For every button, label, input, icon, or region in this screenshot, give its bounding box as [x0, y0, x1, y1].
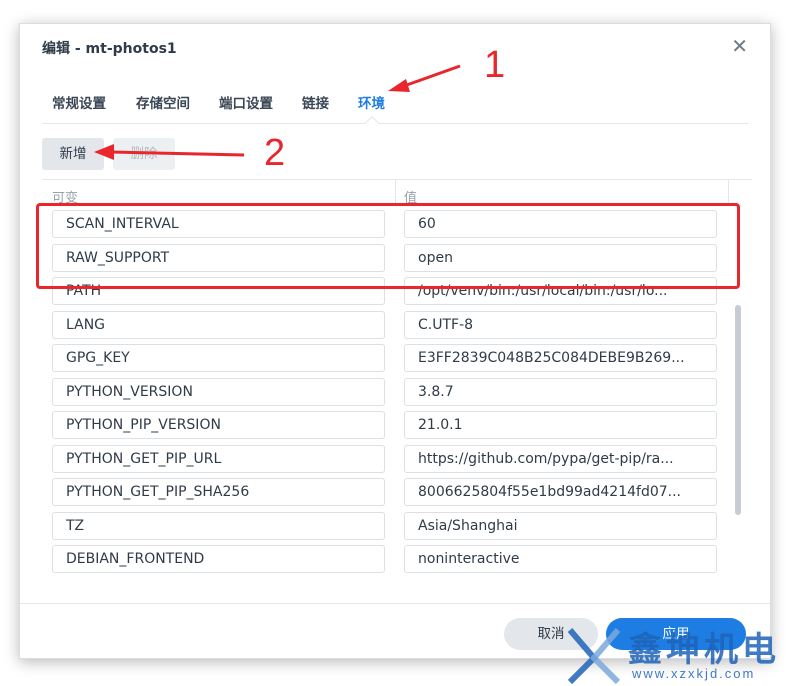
variable-value-field[interactable]: E3FF2839C048B25C084DEBE9B269...: [404, 344, 717, 372]
variable-value-field[interactable]: /opt/venv/bin:/usr/local/bin:/usr/lo...: [404, 277, 717, 305]
watermark-logo: 鑫坤机电 www.xzxkjd.com: [560, 622, 800, 686]
tab-bar: 常规设置 存储空间 端口设置 链接 环境: [42, 80, 748, 131]
column-header-value[interactable]: 值: [404, 187, 417, 206]
scrollbar-thumb[interactable]: [735, 305, 741, 515]
table-row: DEBIAN_FRONTEND noninteractive: [42, 542, 732, 576]
variable-name-field[interactable]: PYTHON_GET_PIP_SHA256: [52, 478, 385, 506]
table-row: TZ Asia/Shanghai: [42, 509, 732, 543]
active-tab-indicator: [364, 115, 380, 131]
table-row: PYTHON_PIP_VERSION 21.0.1: [42, 408, 732, 442]
variable-name-field[interactable]: TZ: [52, 511, 385, 540]
column-divider: [728, 180, 729, 206]
table-row: LANG C.UTF-8: [42, 308, 732, 342]
dialog-title: 编辑 - mt-photos1: [42, 41, 177, 57]
watermark-brand-text: 鑫坤机电: [628, 630, 780, 670]
variable-value-field[interactable]: C.UTF-8: [404, 310, 717, 339]
tab-links[interactable]: 链接: [302, 92, 329, 112]
table-header: 可变 值: [42, 180, 732, 206]
tab-storage[interactable]: 存储空间: [136, 92, 190, 112]
variable-value-field[interactable]: open: [404, 243, 717, 272]
variable-name-field[interactable]: PYTHON_PIP_VERSION: [52, 411, 385, 439]
variable-name-field[interactable]: GPG_KEY: [52, 344, 385, 372]
table-row: RAW_SUPPORT open: [42, 241, 732, 275]
delete-button[interactable]: 删除: [113, 138, 175, 170]
tab-ports[interactable]: 端口设置: [219, 92, 273, 112]
table-scrollbar[interactable]: [733, 205, 743, 605]
variable-name-field[interactable]: RAW_SUPPORT: [52, 243, 385, 272]
variable-value-field[interactable]: 3.8.7: [404, 377, 717, 406]
table-row: SCAN_INTERVAL 60: [42, 207, 732, 241]
tab-environment[interactable]: 环境: [358, 92, 385, 112]
watermark-emblem-icon: [567, 628, 621, 685]
variable-value-field[interactable]: 60: [404, 210, 717, 238]
edit-dialog: 编辑 - mt-photos1 ✕ 常规设置 存储空间 端口设置 链接 环境 新…: [19, 23, 771, 659]
table-row: PATH /opt/venv/bin:/usr/local/bin:/usr/l…: [42, 274, 732, 308]
column-divider: [395, 180, 396, 206]
variable-value-field[interactable]: noninteractive: [404, 545, 717, 573]
variable-name-field[interactable]: PATH: [52, 277, 385, 305]
annotation-step-1: 1: [484, 44, 506, 86]
annotation-step-2: 2: [264, 132, 286, 174]
watermark-url: www.xzxkjd.com: [632, 666, 756, 681]
column-header-variable[interactable]: 可变: [52, 187, 78, 206]
variable-value-field[interactable]: Asia/Shanghai: [404, 511, 717, 540]
table-row: PYTHON_VERSION 3.8.7: [42, 375, 732, 409]
variable-name-field[interactable]: DEBIAN_FRONTEND: [52, 545, 385, 573]
env-variables-table: 可变 值 SCAN_INTERVAL 60 RAW_SUPPORT open P…: [42, 179, 752, 603]
close-icon[interactable]: ✕: [731, 36, 748, 56]
variable-value-field[interactable]: 21.0.1: [404, 411, 717, 439]
variable-value-field[interactable]: https://github.com/pypa/get-pip/ra...: [404, 444, 717, 473]
tab-general[interactable]: 常规设置: [52, 92, 106, 112]
variable-name-field[interactable]: PYTHON_VERSION: [52, 377, 385, 406]
variable-value-field[interactable]: 8006625804f55e1bd99ad4214fd07...: [404, 478, 717, 506]
variable-name-field[interactable]: LANG: [52, 310, 385, 339]
table-row: PYTHON_GET_PIP_URL https://github.com/py…: [42, 442, 732, 476]
variable-name-field[interactable]: SCAN_INTERVAL: [52, 210, 385, 238]
table-row: PYTHON_GET_PIP_SHA256 8006625804f55e1bd9…: [42, 475, 732, 509]
table-row: GPG_KEY E3FF2839C048B25C084DEBE9B269...: [42, 341, 732, 375]
variable-name-field[interactable]: PYTHON_GET_PIP_URL: [52, 444, 385, 473]
add-button[interactable]: 新增: [42, 138, 104, 170]
